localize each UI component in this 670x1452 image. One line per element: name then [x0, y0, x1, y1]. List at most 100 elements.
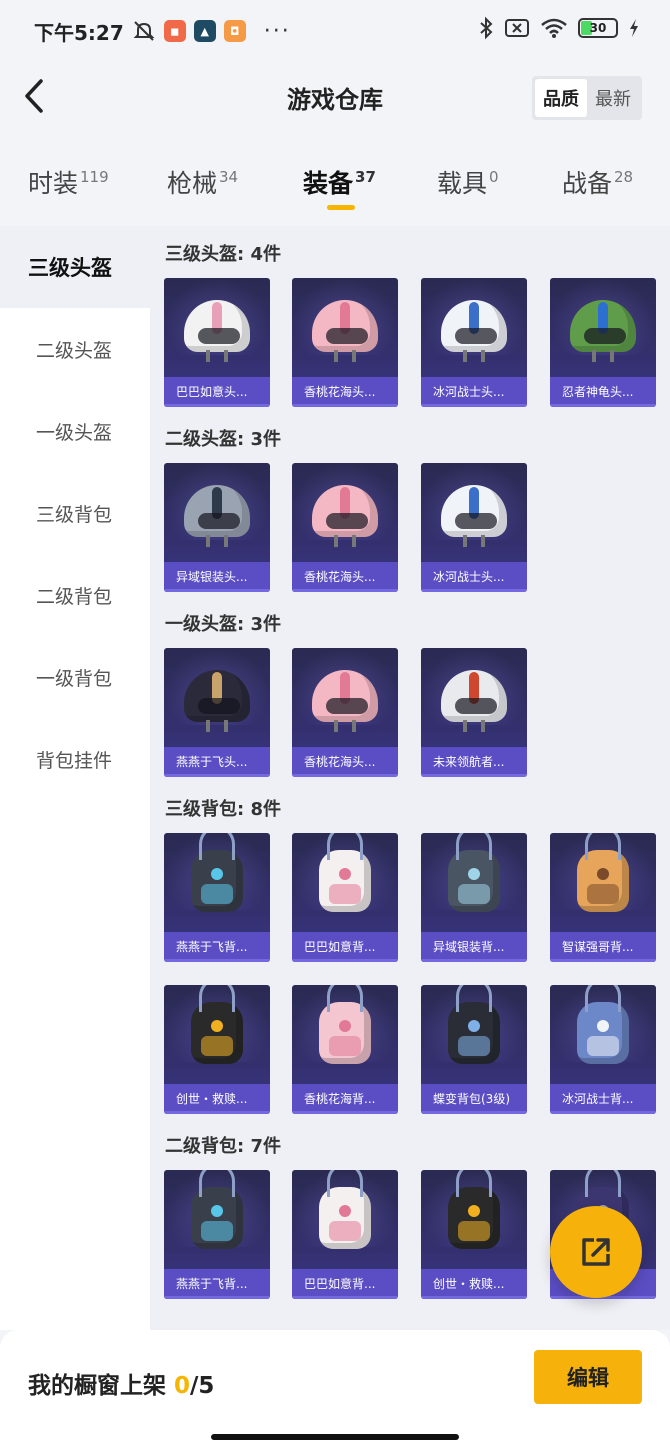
- sort-option-quality[interactable]: 品质: [535, 79, 587, 117]
- tab-fashion[interactable]: 时装 119: [28, 164, 109, 200]
- bluetooth-icon: [480, 16, 493, 40]
- sidebar-item-backpack-charm[interactable]: 背包挂件: [0, 718, 150, 800]
- helmet-icon: [184, 485, 250, 547]
- item-name: 蝶变背包(3级): [421, 1084, 527, 1114]
- item-card[interactable]: 燕燕于飞背...: [164, 1170, 270, 1299]
- helmet-icon: [312, 300, 378, 362]
- item-name: 香桃花海头...: [292, 747, 398, 777]
- item-name: 燕燕于飞头...: [164, 747, 270, 777]
- item-card[interactable]: 蝶变背包(3级): [421, 985, 527, 1114]
- item-card[interactable]: 忍者神龟头...: [550, 278, 656, 407]
- item-card[interactable]: 创世・救赎...: [164, 985, 270, 1114]
- tab-label: 装备: [303, 169, 354, 198]
- item-name: 创世・救赎...: [164, 1084, 270, 1114]
- game-app-icon: ▲: [193, 20, 216, 42]
- item-name: 冰河战士背...: [550, 1084, 656, 1114]
- sidebar-item-level2-backpack[interactable]: 二级背包: [0, 554, 150, 636]
- shelf-total: /5: [190, 1373, 215, 1399]
- item-name: 未来领航者...: [421, 747, 527, 777]
- battery-level: 30: [589, 21, 607, 35]
- more-notifications-icon: ···: [263, 18, 291, 44]
- item-card[interactable]: 异域银装背...: [421, 833, 527, 962]
- backpack-icon: [448, 1170, 500, 1249]
- helmet-icon: [312, 485, 378, 547]
- item-card[interactable]: 巴巴如意头...: [164, 278, 270, 407]
- sidebar-item-level1-backpack[interactable]: 一级背包: [0, 636, 150, 718]
- item-card[interactable]: 冰河战士背...: [550, 985, 656, 1114]
- item-name: 智谋强哥背...: [550, 932, 656, 962]
- item-name: 香桃花海头...: [292, 377, 398, 407]
- helmet-icon: [312, 670, 378, 732]
- item-card[interactable]: 冰河战士头...: [421, 463, 527, 592]
- item-name: 巴巴如意背...: [292, 1269, 398, 1299]
- bottom-bar: 我的橱窗上架 0/5 编辑: [0, 1330, 670, 1452]
- helmet-icon: [441, 670, 507, 732]
- status-left-icons: ◼ ▲ ◘ ···: [132, 19, 291, 44]
- edit-button[interactable]: 编辑: [534, 1350, 642, 1404]
- item-card[interactable]: 创世・救赎...: [421, 1170, 527, 1299]
- sim-off-icon: [505, 19, 529, 37]
- sidebar: 三级头盔 二级头盔 一级头盔 三级背包 二级背包 一级背包 背包挂件: [0, 226, 150, 1330]
- item-name: 燕燕于飞背...: [164, 932, 270, 962]
- item-card[interactable]: 冰河战士头...: [421, 278, 527, 407]
- item-card[interactable]: 燕燕于飞头...: [164, 648, 270, 777]
- tab-count: 28: [614, 168, 634, 186]
- tab-weapons[interactable]: 枪械 34: [167, 164, 238, 200]
- home-indicator: [211, 1434, 459, 1440]
- item-name: 创世・救赎...: [421, 1269, 527, 1299]
- tab-battle-prep[interactable]: 战备 28: [562, 164, 633, 200]
- item-card[interactable]: 未来领航者...: [421, 648, 527, 777]
- item-name: 巴巴如意背...: [292, 932, 398, 962]
- sort-toggle: 品质 最新: [532, 76, 642, 120]
- sidebar-item-level3-helmet[interactable]: 三级头盔: [0, 226, 150, 308]
- shelf-label: 我的橱窗上架: [28, 1373, 166, 1399]
- item-name: 香桃花海头...: [292, 562, 398, 592]
- section-title: 三级头盔: 4件: [165, 244, 281, 265]
- item-card[interactable]: 香桃花海头...: [292, 648, 398, 777]
- tab-count: 34: [219, 168, 239, 186]
- item-card[interactable]: 燕燕于飞背...: [164, 833, 270, 962]
- item-card[interactable]: 香桃花海头...: [292, 463, 398, 592]
- section-title: 二级背包: 7件: [165, 1136, 281, 1157]
- item-name: 冰河战士头...: [421, 377, 527, 407]
- active-tab-indicator: [327, 205, 355, 210]
- item-card[interactable]: 香桃花海头...: [292, 278, 398, 407]
- orange-app-icon: ◘: [223, 20, 246, 42]
- charging-icon: [630, 19, 638, 37]
- tab-count: 119: [80, 168, 109, 186]
- sidebar-item-level2-helmet[interactable]: 二级头盔: [0, 308, 150, 390]
- helmet-icon: [570, 300, 636, 362]
- section-title: 二级头盔: 3件: [165, 429, 281, 450]
- backpack-icon: [319, 1170, 371, 1249]
- item-name: 香桃花海背...: [292, 1084, 398, 1114]
- sidebar-item-level3-backpack[interactable]: 三级背包: [0, 472, 150, 554]
- tab-equipment[interactable]: 装备 37: [303, 164, 376, 200]
- item-name: 燕燕于飞背...: [164, 1269, 270, 1299]
- tab-label: 载具: [437, 169, 488, 198]
- item-grid: 三级头盔: 4件巴巴如意头... 香桃花海头... 冰河战士头... 忍者神龟头...…: [150, 226, 670, 1330]
- item-card[interactable]: 智谋强哥背...: [550, 833, 656, 962]
- item-name: 忍者神龟头...: [550, 377, 656, 407]
- tab-vehicles[interactable]: 载具 0: [437, 164, 499, 200]
- tab-count: 0: [489, 168, 499, 186]
- status-bar: 下午5:27 ◼ ▲ ◘ ··· 30: [0, 0, 670, 62]
- section-title: 三级背包: 8件: [165, 799, 281, 820]
- backpack-icon: [191, 833, 243, 912]
- item-card[interactable]: 香桃花海背...: [292, 985, 398, 1114]
- mute-alarm-icon: [133, 21, 155, 41]
- section-title: 一级头盔: 3件: [165, 614, 281, 635]
- item-card[interactable]: 巴巴如意背...: [292, 833, 398, 962]
- share-external-icon: [582, 1238, 610, 1266]
- helmet-icon: [184, 670, 250, 732]
- sort-option-newest[interactable]: 最新: [587, 79, 639, 117]
- backpack-icon: [448, 985, 500, 1064]
- item-card[interactable]: 异域银装头...: [164, 463, 270, 592]
- sidebar-item-level1-helmet[interactable]: 一级头盔: [0, 390, 150, 472]
- item-card[interactable]: 巴巴如意背...: [292, 1170, 398, 1299]
- shelf-status: 我的橱窗上架 0/5: [28, 1366, 214, 1400]
- backpack-icon: [577, 833, 629, 912]
- item-name: 异域银装背...: [421, 932, 527, 962]
- item-name: 冰河战士头...: [421, 562, 527, 592]
- share-button[interactable]: [550, 1206, 642, 1298]
- backpack-icon: [191, 1170, 243, 1249]
